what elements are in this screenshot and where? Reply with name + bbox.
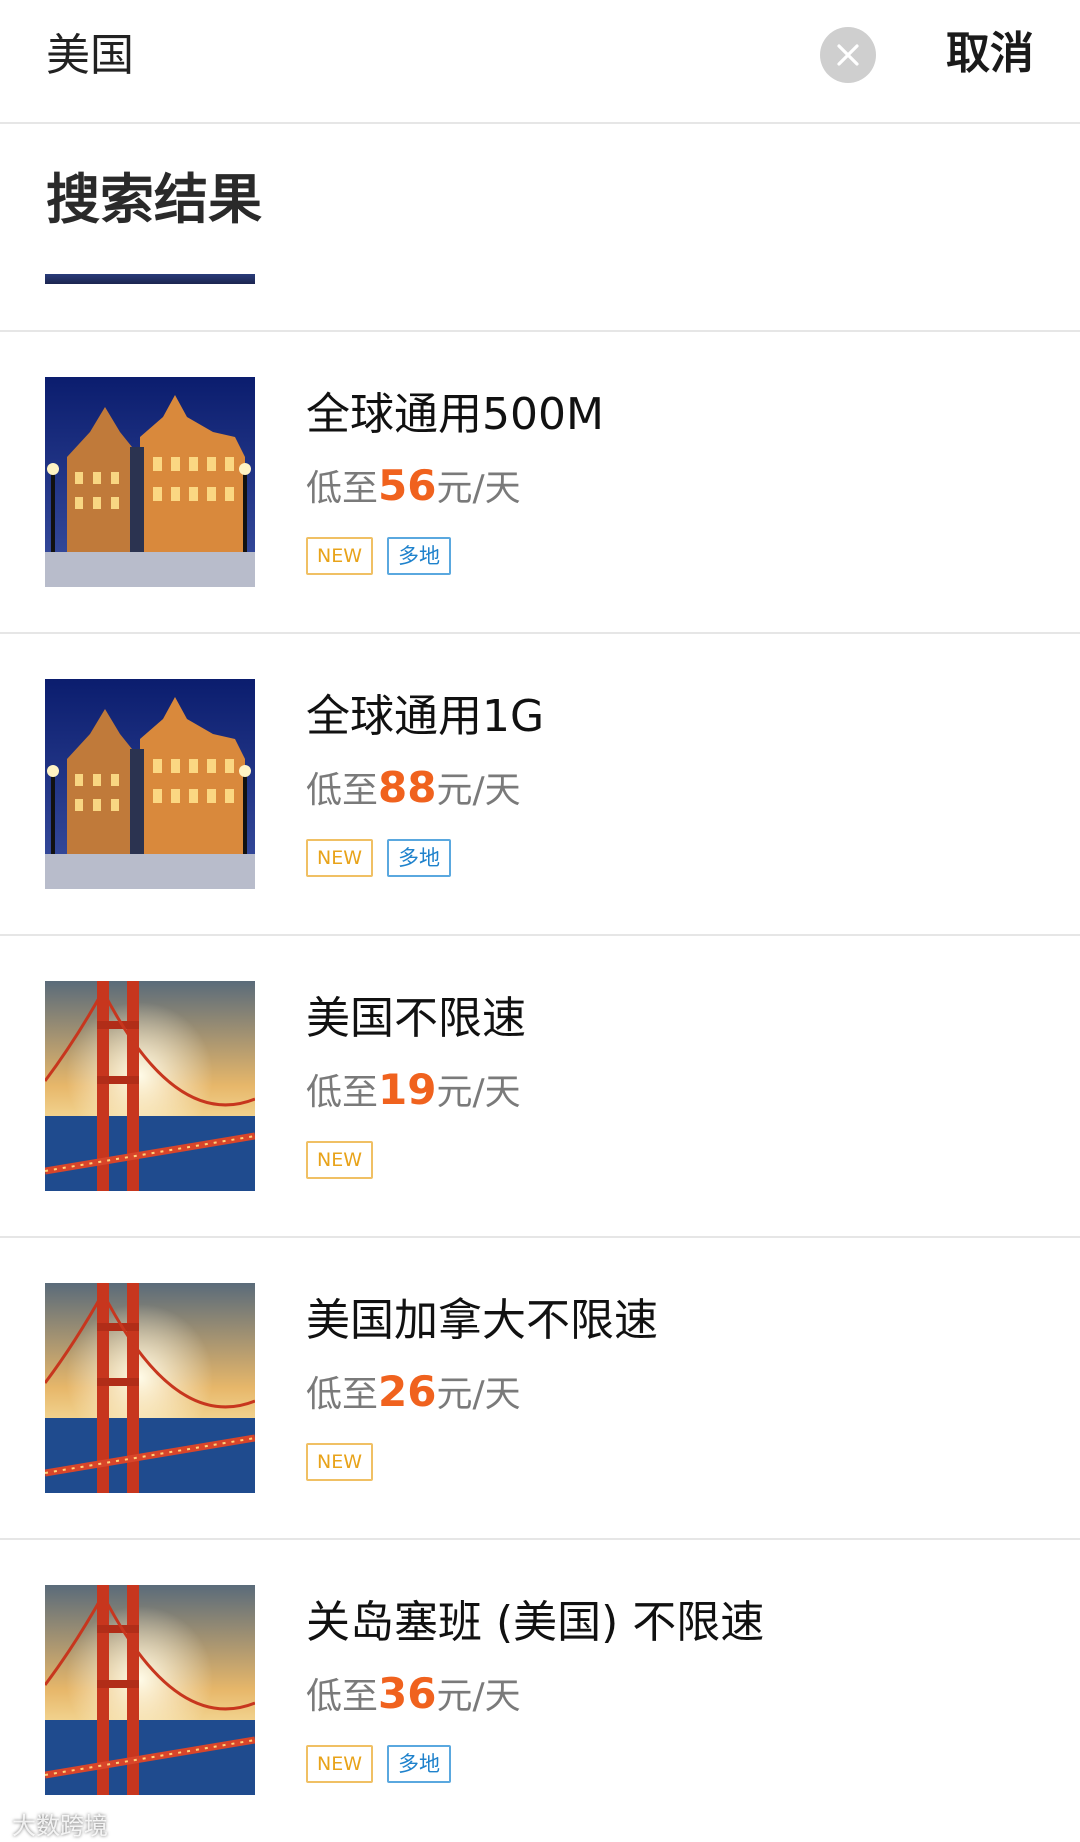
item-title: 美国加拿大不限速 — [306, 1295, 658, 1346]
section-title: 搜索结果 — [46, 168, 262, 231]
new-badge: NEW — [306, 1745, 374, 1783]
price-value: 19 — [378, 1065, 437, 1114]
item-price: 低至56元/天 — [306, 461, 521, 510]
price-value: 36 — [378, 1669, 437, 1718]
multi-region-badge: 多地 — [387, 1745, 452, 1783]
price-value: 88 — [378, 763, 437, 812]
item-title: 关岛塞班 (美国) 不限速 — [306, 1597, 765, 1648]
clear-search-button[interactable] — [820, 27, 876, 83]
list-item[interactable]: 全球通用1G 低至88元/天 NEW 多地 — [0, 634, 1080, 936]
clipped-thumbnail — [45, 274, 255, 284]
tag-group: NEW — [306, 1443, 374, 1481]
search-bar: 美国 取消 — [0, 0, 1080, 124]
item-title: 美国不限速 — [306, 993, 526, 1044]
tag-group: NEW 多地 — [306, 537, 452, 575]
new-badge: NEW — [306, 839, 374, 877]
product-thumbnail — [45, 377, 255, 587]
price-value: 56 — [378, 461, 437, 510]
close-icon — [837, 44, 859, 66]
list-item[interactable]: 全球通用500M 低至56元/天 NEW 多地 — [0, 332, 1080, 634]
tag-group: NEW — [306, 1141, 374, 1179]
item-title: 全球通用1G — [306, 691, 545, 742]
watermark: 大数跨境 — [12, 1812, 108, 1840]
cancel-button[interactable]: 取消 — [946, 26, 1034, 82]
new-badge: NEW — [306, 1141, 374, 1179]
product-thumbnail — [45, 1283, 255, 1493]
product-thumbnail — [45, 1585, 255, 1795]
list-item[interactable]: 关岛塞班 (美国) 不限速 低至36元/天 NEW 多地 — [0, 1540, 1080, 1842]
item-price: 低至26元/天 — [306, 1367, 521, 1416]
multi-region-badge: 多地 — [387, 839, 452, 877]
item-title: 全球通用500M — [306, 389, 604, 440]
new-badge: NEW — [306, 1443, 374, 1481]
list-item[interactable]: 美国不限速 低至19元/天 NEW — [0, 936, 1080, 1238]
price-value: 26 — [378, 1367, 437, 1416]
item-price: 低至88元/天 — [306, 763, 521, 812]
product-thumbnail — [45, 679, 255, 889]
new-badge: NEW — [306, 537, 374, 575]
item-price: 低至19元/天 — [306, 1065, 521, 1114]
product-thumbnail — [45, 981, 255, 1191]
search-input[interactable]: 美国 — [46, 28, 134, 84]
tag-group: NEW 多地 — [306, 1745, 452, 1783]
tag-group: NEW 多地 — [306, 839, 452, 877]
list-item[interactable]: 美国加拿大不限速 低至26元/天 NEW — [0, 1238, 1080, 1540]
item-price: 低至36元/天 — [306, 1669, 521, 1718]
multi-region-badge: 多地 — [387, 537, 452, 575]
